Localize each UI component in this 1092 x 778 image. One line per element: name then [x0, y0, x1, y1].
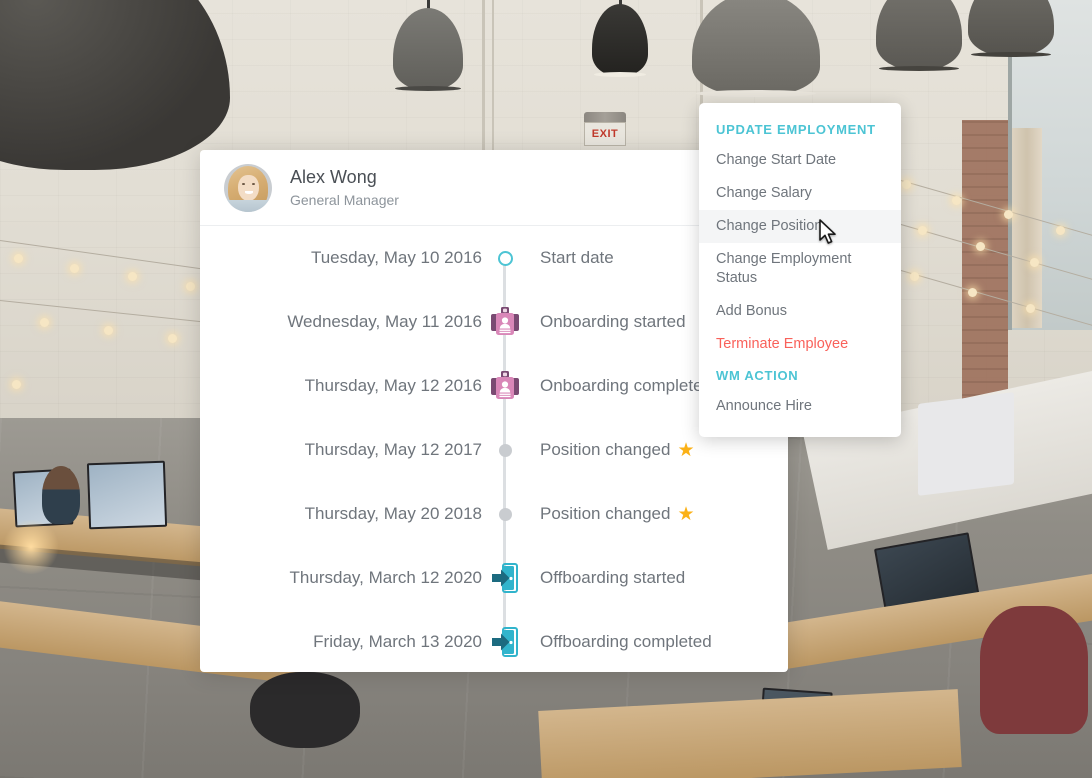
timeline-row: Friday, March 13 2020 Offboarding complet… — [200, 610, 788, 672]
timeline-date: Thursday, March 12 2020 — [289, 568, 482, 587]
mouse-pointer-arrow-icon — [819, 219, 836, 244]
star-icon: ★ — [677, 439, 695, 461]
pendant-lamp — [592, 0, 648, 100]
timeline-event: Offboarding completed — [528, 632, 712, 652]
timeline-date: Thursday, May 12 2017 — [304, 440, 482, 459]
menu-item-change-salary[interactable]: Change Salary — [699, 177, 901, 210]
avatar-eye-right — [252, 182, 255, 185]
background-exit-sign: EXIT — [584, 122, 626, 146]
timeline-date: Wednesday, May 11 2016 — [287, 312, 482, 331]
menu-item-change-position[interactable]: Change Position — [699, 210, 901, 243]
pendant-lamp — [876, 0, 962, 78]
employee-role: General Manager — [290, 191, 399, 208]
timeline-event-label: Start date — [540, 248, 614, 267]
string-lights — [879, 160, 1092, 340]
timeline-marker-dot-icon — [498, 507, 512, 521]
timeline-marker — [482, 250, 528, 266]
background-desk-lamp-glow — [2, 520, 60, 574]
timeline-date: Friday, March 13 2020 — [313, 632, 482, 651]
menu-item-change-employment-status[interactable]: Change Employment Status — [699, 243, 901, 295]
timeline-date: Tuesday, May 10 2016 — [310, 248, 482, 267]
avatar-face — [238, 174, 259, 201]
pendant-lamp — [968, 0, 1054, 62]
background-chair-red — [980, 606, 1088, 734]
timeline-event: Onboarding completed — [528, 376, 712, 396]
timeline-event: Start date — [528, 248, 614, 268]
menu-item-terminate-employee[interactable]: Terminate Employee — [699, 328, 901, 361]
timeline-marker — [482, 307, 528, 337]
timeline-marker — [482, 563, 528, 593]
background-exit-lights — [584, 112, 626, 122]
pendant-lamp — [692, 0, 820, 104]
string-lights — [0, 230, 239, 430]
timeline-date: Thursday, May 12 2016 — [304, 376, 482, 395]
menu-section-header: UPDATE EMPLOYMENT — [716, 122, 876, 137]
timeline-event: Offboarding started — [528, 568, 685, 588]
menu-item-add-bonus[interactable]: Add Bonus — [699, 295, 901, 328]
star-icon: ★ — [677, 503, 695, 525]
timeline-marker-ring-icon — [497, 250, 513, 266]
menu-item-announce-hire[interactable]: Announce Hire — [699, 390, 901, 423]
background-monitor — [86, 460, 168, 530]
menu-section-header: WM ACTION — [716, 368, 799, 383]
background-chair — [250, 672, 360, 748]
avatar-mouth — [245, 190, 253, 194]
timeline-marker — [482, 443, 528, 457]
pendant-lamp — [393, 0, 463, 108]
exit-door-icon — [492, 627, 518, 657]
timeline-row: Thursday, March 12 2020 Offboarding start… — [200, 546, 788, 610]
background-person — [42, 466, 80, 524]
avatar-shoulders — [224, 199, 272, 212]
id-badge-icon — [491, 371, 519, 399]
avatar — [224, 163, 272, 212]
screen: EXIT Alex Wong General Manager Tuesday, … — [0, 0, 1092, 778]
timeline-event-label: Position changed — [540, 504, 671, 523]
employee-name: Alex Wong — [290, 166, 377, 187]
timeline-marker — [482, 507, 528, 521]
timeline-marker-dot-icon — [498, 443, 512, 457]
timeline-event-label: Position changed — [540, 440, 671, 459]
timeline-event: Onboarding started — [528, 312, 686, 332]
timeline-event-label: Offboarding started — [540, 568, 686, 587]
timeline-event: Position changed ★ — [528, 504, 694, 524]
id-badge-icon — [491, 307, 519, 335]
employment-actions-menu[interactable]: UPDATE EMPLOYMENT Change Start Date Change… — [699, 103, 901, 437]
timeline-event-label: Offboarding completed — [540, 632, 712, 651]
timeline-marker — [482, 371, 528, 401]
avatar-eye-left — [242, 182, 245, 185]
employee-identity: Alex Wong General Manager — [290, 166, 399, 210]
exit-door-icon — [492, 563, 518, 593]
menu-item-change-start-date[interactable]: Change Start Date — [699, 144, 901, 177]
background-imac — [918, 392, 1014, 496]
timeline-event-label: Onboarding completed — [540, 376, 713, 395]
timeline-date: Thursday, May 20 2018 — [304, 504, 482, 523]
timeline-event: Position changed ★ — [528, 440, 694, 460]
timeline-marker — [482, 627, 528, 657]
menu-body: UPDATE EMPLOYMENT Change Start Date Change… — [699, 115, 901, 423]
timeline-event-label: Onboarding started — [540, 312, 686, 331]
timeline-row: Thursday, May 20 2018 Position changed ★ — [200, 482, 788, 546]
